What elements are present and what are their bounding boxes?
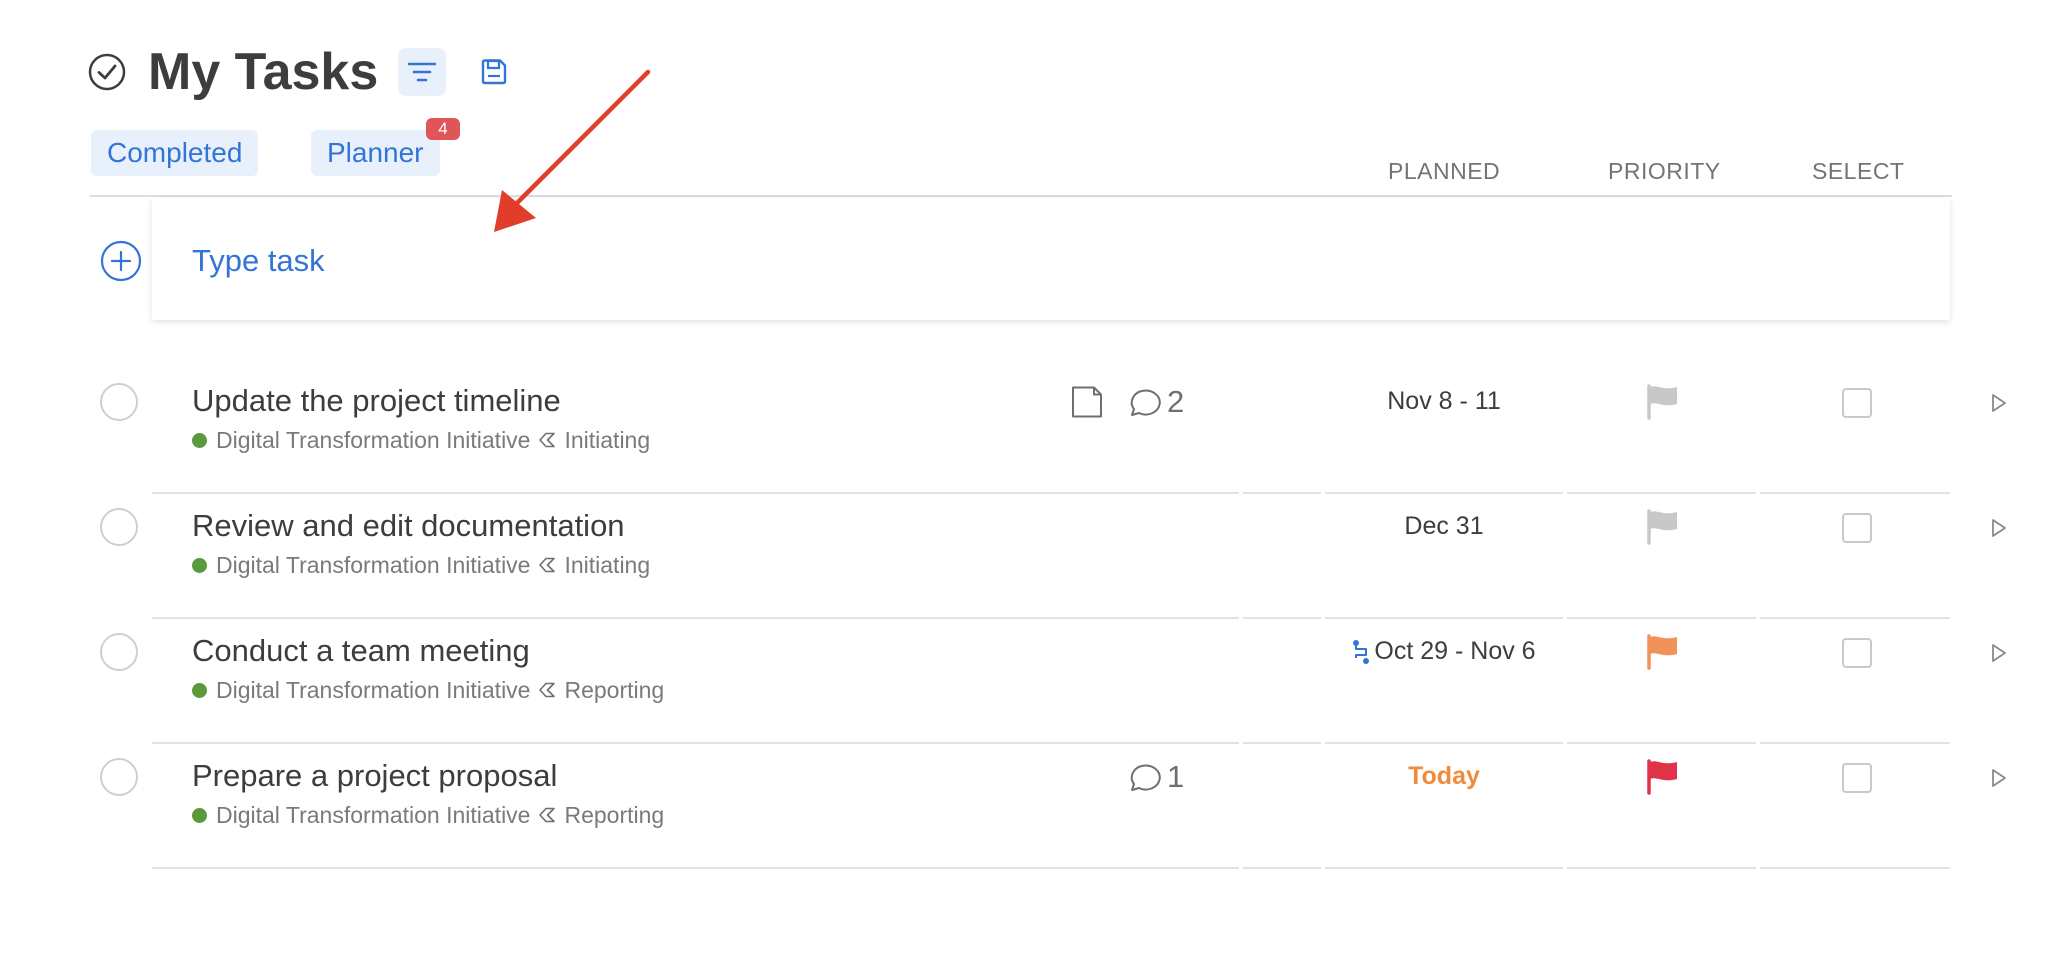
complete-task-toggle[interactable] bbox=[100, 383, 138, 421]
check-circle-icon bbox=[88, 53, 126, 91]
expand-arrow-icon[interactable] bbox=[1990, 392, 2008, 414]
annotation-arrow-icon bbox=[494, 69, 651, 232]
complete-task-toggle[interactable] bbox=[100, 633, 138, 671]
column-header-select[interactable]: SELECT bbox=[1812, 156, 1904, 186]
project-status-dot bbox=[192, 807, 207, 823]
expand-arrow-icon[interactable] bbox=[1990, 767, 2008, 789]
select-checkbox[interactable] bbox=[1842, 763, 1872, 793]
task-project[interactable]: Digital Transformation Initiative bbox=[216, 425, 530, 455]
planned-date[interactable]: Dec 31 bbox=[1326, 508, 1562, 544]
task-project[interactable]: Digital Transformation Initiative bbox=[216, 675, 530, 705]
task-phase[interactable]: Initiating bbox=[564, 425, 650, 455]
planned-cell[interactable]: Oct 29 - Nov 6 bbox=[1326, 633, 1562, 669]
project-status-dot bbox=[192, 557, 207, 573]
task-phase[interactable]: Reporting bbox=[564, 675, 664, 705]
planned-date[interactable]: Today bbox=[1326, 758, 1562, 794]
select-checkbox[interactable] bbox=[1842, 388, 1872, 418]
column-header-priority[interactable]: PRIORITY bbox=[1608, 156, 1721, 186]
row-divider bbox=[1243, 867, 1321, 869]
note-icon[interactable] bbox=[1070, 385, 1104, 419]
complete-task-toggle[interactable] bbox=[100, 758, 138, 796]
phase-tag-icon bbox=[539, 432, 556, 448]
project-status-dot bbox=[192, 432, 207, 448]
comment-count[interactable]: 1 bbox=[1167, 756, 1184, 798]
row-divider bbox=[1325, 867, 1563, 869]
phase-tag-icon bbox=[539, 557, 556, 573]
planner-count-badge: 4 bbox=[426, 118, 460, 140]
task-meta: Digital Transformation Initiative Initia… bbox=[192, 425, 650, 455]
table-row[interactable]: Conduct a team meeting Digital Transform… bbox=[0, 618, 2056, 744]
comment-icon[interactable] bbox=[1126, 386, 1162, 420]
task-meta: Digital Transformation Initiative Initia… bbox=[192, 550, 650, 580]
planned-date[interactable]: Nov 8 - 11 bbox=[1326, 383, 1562, 419]
task-project[interactable]: Digital Transformation Initiative bbox=[216, 550, 530, 580]
tab-completed[interactable]: Completed bbox=[91, 130, 259, 176]
row-divider bbox=[1760, 867, 1950, 869]
page-title: My Tasks bbox=[148, 43, 379, 101]
flag-icon[interactable] bbox=[1644, 759, 1680, 795]
task-meta: Digital Transformation Initiative Report… bbox=[192, 800, 664, 830]
new-task-input[interactable] bbox=[192, 236, 1392, 286]
phase-tag-icon bbox=[539, 807, 556, 823]
task-title[interactable]: Prepare a project proposal bbox=[192, 755, 557, 797]
expand-arrow-icon[interactable] bbox=[1990, 642, 2008, 664]
filter-button[interactable] bbox=[398, 48, 446, 96]
task-phase[interactable]: Reporting bbox=[564, 800, 664, 830]
comment-count[interactable]: 2 bbox=[1167, 381, 1184, 423]
dependency-icon bbox=[1353, 640, 1370, 665]
project-status-dot bbox=[192, 682, 207, 698]
comment-icon[interactable] bbox=[1126, 761, 1162, 795]
task-title[interactable]: Review and edit documentation bbox=[192, 505, 625, 547]
select-checkbox[interactable] bbox=[1842, 513, 1872, 543]
task-project[interactable]: Digital Transformation Initiative bbox=[216, 800, 530, 830]
planned-date[interactable]: Oct 29 - Nov 6 bbox=[1374, 637, 1535, 665]
task-meta: Digital Transformation Initiative Report… bbox=[192, 675, 664, 705]
task-title[interactable]: Update the project timeline bbox=[192, 380, 561, 422]
task-phase[interactable]: Initiating bbox=[564, 550, 650, 580]
expand-arrow-icon[interactable] bbox=[1990, 517, 2008, 539]
phase-tag-icon bbox=[539, 682, 556, 698]
add-task-icon[interactable] bbox=[100, 240, 142, 282]
row-divider bbox=[152, 867, 1239, 869]
complete-task-toggle[interactable] bbox=[100, 508, 138, 546]
flag-icon[interactable] bbox=[1644, 384, 1680, 420]
column-header-planned[interactable]: PLANNED bbox=[1388, 156, 1500, 186]
flag-icon[interactable] bbox=[1644, 509, 1680, 545]
header-divider bbox=[90, 195, 1952, 197]
flag-icon[interactable] bbox=[1644, 634, 1680, 670]
filter-icon bbox=[408, 62, 436, 82]
table-row[interactable]: Update the project timeline Digital Tran… bbox=[0, 368, 2056, 494]
task-title[interactable]: Conduct a team meeting bbox=[192, 630, 530, 672]
row-divider bbox=[1567, 867, 1756, 869]
table-row[interactable]: Review and edit documentation Digital Tr… bbox=[0, 493, 2056, 619]
select-checkbox[interactable] bbox=[1842, 638, 1872, 668]
tab-planner[interactable]: Planner bbox=[311, 130, 440, 176]
table-row[interactable]: Prepare a project proposal Digital Trans… bbox=[0, 743, 2056, 869]
